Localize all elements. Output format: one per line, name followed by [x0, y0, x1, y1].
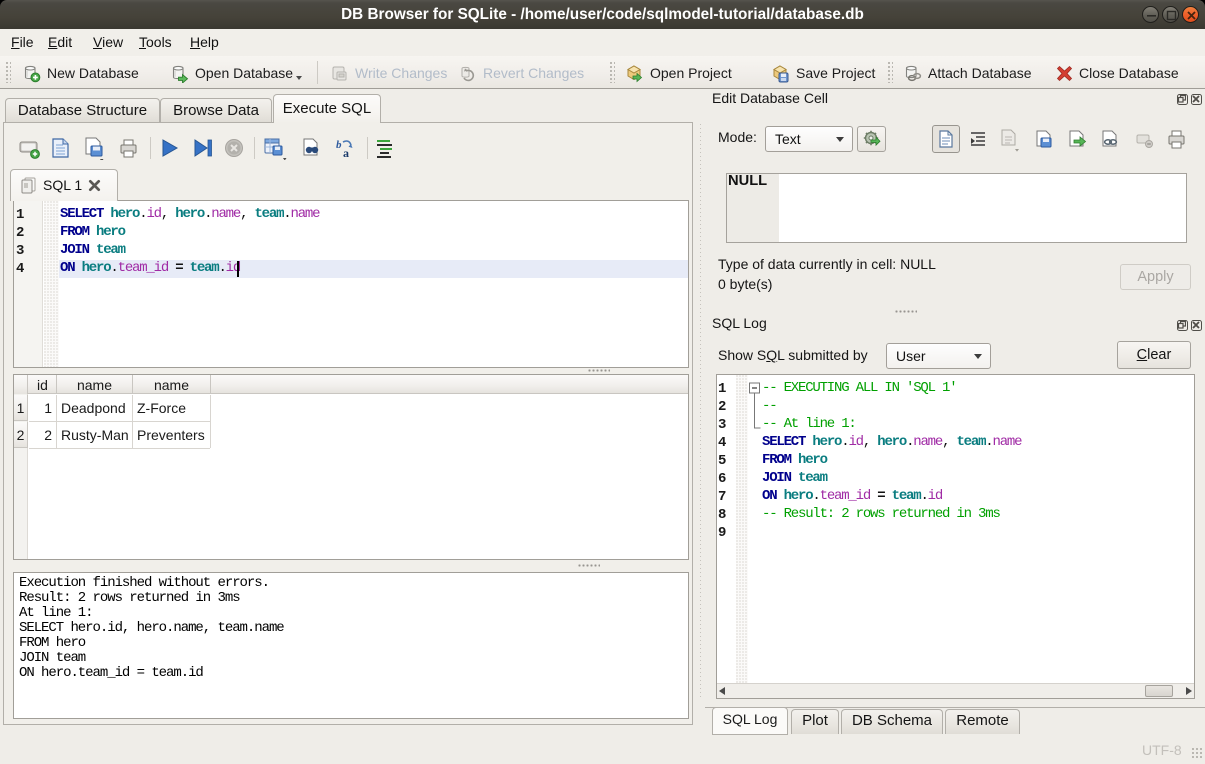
- svg-text:b: b: [336, 139, 342, 151]
- svg-text:a: a: [343, 146, 349, 160]
